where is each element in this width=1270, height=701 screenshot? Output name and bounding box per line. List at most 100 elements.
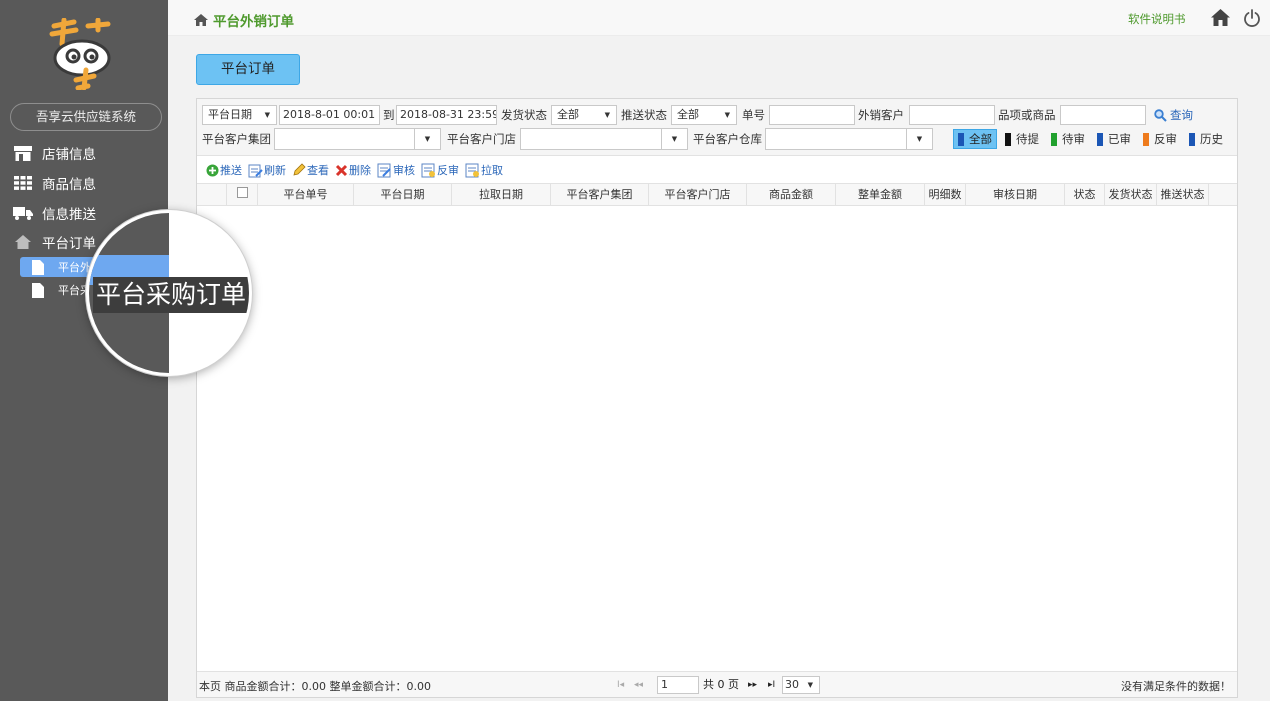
- col-review-date[interactable]: 审核日期: [966, 184, 1065, 205]
- delete-label: 删除: [349, 164, 371, 177]
- amount-summary: 本页 商品金额合计：0.00 整单金额合计：0.00: [199, 680, 431, 693]
- date-type-select[interactable]: 平台日期: [202, 105, 277, 125]
- col-ship-status[interactable]: 发货状态: [1105, 184, 1157, 205]
- document-icon: [32, 259, 44, 275]
- table-header: 平台单号 平台日期 拉取日期 平台客户集团 平台客户门店 商品金额 整单金额 明…: [197, 183, 1237, 206]
- order-no-label: 单号: [742, 108, 765, 122]
- table-footer: 本页 商品金额合计：0.00 整单金额合计：0.00 I◂ ◂◂ 1 共 0 页…: [197, 671, 1237, 697]
- warehouse-combo[interactable]: ▼: [765, 128, 933, 150]
- tag-label: 已审: [1108, 132, 1131, 146]
- delete-icon: [335, 164, 348, 176]
- search-button[interactable]: 查询: [1154, 105, 1193, 125]
- breadcrumb: 平台外销订单: [194, 10, 294, 30]
- chevron-down-icon[interactable]: ▼: [906, 129, 932, 149]
- warehouse-label: 平台客户仓库: [693, 132, 762, 146]
- pull-button[interactable]: 拉取: [465, 162, 503, 178]
- view-button[interactable]: 查看: [292, 162, 329, 178]
- menu-store-info[interactable]: 店铺信息: [0, 139, 168, 167]
- status-tag-all[interactable]: 全部: [953, 129, 997, 149]
- date-to-input[interactable]: 2018-08-31 23:59: [396, 105, 497, 125]
- house-icon: [13, 234, 33, 250]
- status-tag-history[interactable]: 历史: [1185, 129, 1227, 149]
- menu-label: 平台订单: [42, 236, 96, 252]
- total-pages: 共 0 页: [703, 678, 739, 691]
- magnified-label: 平台采购订单: [93, 277, 249, 313]
- col-goods-amount[interactable]: 商品金额: [747, 184, 836, 205]
- col-push-status[interactable]: 推送状态: [1157, 184, 1209, 205]
- first-page-icon[interactable]: I◂: [617, 676, 624, 694]
- col-platform-order-no[interactable]: 平台单号: [258, 184, 354, 205]
- status-tag-reviewed[interactable]: 已审: [1093, 129, 1135, 149]
- delete-button[interactable]: 删除: [335, 162, 371, 178]
- last-page-icon[interactable]: ▸I: [768, 676, 775, 694]
- tag-swatch: [1143, 132, 1149, 146]
- tag-label: 待审: [1062, 132, 1085, 146]
- store-label: 平台客户门店: [447, 132, 516, 146]
- menu-label: 信息推送: [42, 207, 96, 223]
- menu-product-info[interactable]: 商品信息: [0, 169, 168, 197]
- home-icon[interactable]: [1211, 9, 1230, 26]
- status-tag-pending-pull[interactable]: 待提: [1001, 129, 1043, 149]
- customer-input[interactable]: [909, 105, 995, 125]
- next-page-icon[interactable]: ▸▸: [748, 676, 757, 694]
- chevron-down-icon[interactable]: ▼: [414, 129, 440, 149]
- status-tag-reversed[interactable]: 反审: [1139, 129, 1181, 149]
- brand-logo: [48, 17, 116, 91]
- system-name[interactable]: 吾享云供应链系统: [10, 103, 162, 131]
- refresh-button[interactable]: 刷新: [248, 162, 286, 178]
- col-customer-group[interactable]: 平台客户集团: [551, 184, 649, 205]
- power-icon[interactable]: [1243, 9, 1261, 27]
- search-icon: [1154, 108, 1167, 122]
- platform-order-tab-button[interactable]: 平台订单: [196, 54, 300, 85]
- action-toolbar: 推送 刷新 查看 删除 审核 反审 拉取: [197, 157, 1237, 183]
- magnifier-callout: 平台采购订单: [86, 210, 252, 376]
- col-pull-date[interactable]: 拉取日期: [452, 184, 551, 205]
- date-from-input[interactable]: 2018-8-01 00:01: [279, 105, 380, 125]
- page-number-input[interactable]: 1: [657, 676, 699, 694]
- filter-bar: 平台日期 2018-8-01 00:01 到 2018-08-31 23:59 …: [197, 99, 1237, 156]
- push-button[interactable]: 推送: [206, 162, 242, 178]
- group-combo[interactable]: ▼: [274, 128, 441, 150]
- tag-label: 反审: [1154, 132, 1177, 146]
- chevron-down-icon[interactable]: ▼: [661, 129, 687, 149]
- col-customer-store[interactable]: 平台客户门店: [649, 184, 747, 205]
- product-label: 品项或商品: [998, 108, 1056, 122]
- tag-swatch: [958, 132, 964, 146]
- push-status-select[interactable]: 全部: [671, 105, 737, 125]
- unapprove-button[interactable]: 反审: [421, 162, 459, 178]
- unapprove-doc-icon: [421, 163, 435, 177]
- customer-label: 外销客户: [858, 108, 904, 122]
- ship-status-label: 发货状态: [501, 108, 547, 122]
- approve-button[interactable]: 审核: [377, 162, 415, 178]
- unapprove-label: 反审: [437, 164, 459, 177]
- ship-status-select[interactable]: 全部: [551, 105, 617, 125]
- tag-swatch: [1189, 132, 1195, 146]
- store-icon: [13, 145, 33, 161]
- refresh-label: 刷新: [264, 164, 286, 177]
- store-combo[interactable]: ▼: [520, 128, 688, 150]
- col-status[interactable]: 状态: [1065, 184, 1105, 205]
- truck-icon: [13, 205, 33, 221]
- top-header: 平台外销订单 软件说明书: [168, 0, 1270, 36]
- prev-page-icon[interactable]: ◂◂: [634, 676, 643, 694]
- select-all-checkbox[interactable]: [237, 187, 248, 198]
- no-data-message: 没有满足条件的数据！: [1121, 680, 1231, 693]
- status-tag-pending-review[interactable]: 待审: [1047, 129, 1089, 149]
- page-size-select[interactable]: 30: [782, 676, 820, 694]
- order-no-input[interactable]: [769, 105, 855, 125]
- pull-doc-icon: [465, 163, 479, 177]
- home-small-icon: [194, 14, 208, 26]
- pull-label: 拉取: [481, 164, 503, 177]
- approve-doc-icon: [377, 163, 391, 177]
- col-total-amount[interactable]: 整单金额: [836, 184, 925, 205]
- col-detail-count[interactable]: 明细数: [925, 184, 966, 205]
- refresh-icon: [248, 164, 263, 177]
- tag-swatch: [1097, 132, 1103, 146]
- push-status-label: 推送状态: [621, 108, 667, 122]
- tag-label: 历史: [1200, 132, 1223, 146]
- manual-link[interactable]: 软件说明书: [1128, 11, 1186, 27]
- pencil-icon: [293, 163, 306, 176]
- product-input[interactable]: [1060, 105, 1146, 125]
- col-platform-date[interactable]: 平台日期: [354, 184, 452, 205]
- row-number-header: [197, 184, 227, 205]
